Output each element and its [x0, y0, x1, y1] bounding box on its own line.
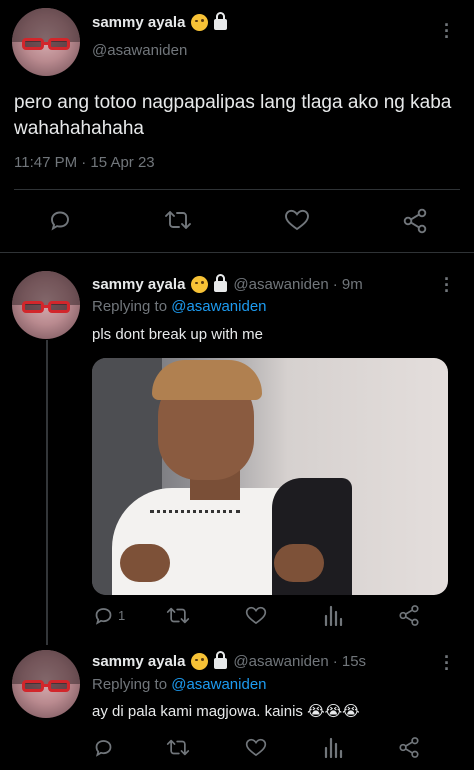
like-button[interactable] [245, 605, 267, 626]
analytics-icon [324, 605, 343, 626]
reply-text: ay di pala kami magjowa. kainis 😭😭😭 [92, 703, 360, 720]
replying-prefix: Replying to [92, 676, 168, 693]
main-tweet-author[interactable]: sammy ayala [92, 12, 228, 31]
share-button[interactable] [398, 736, 420, 759]
retweet-button[interactable] [166, 737, 190, 758]
reply-count: 1 [118, 608, 126, 623]
mention-link[interactable]: @asawaniden [171, 298, 266, 315]
reply-text: pls dont break up with me [92, 326, 263, 343]
retweet-icon [165, 211, 191, 229]
more-icon[interactable]: · · · [444, 648, 450, 678]
more-icon[interactable]: · · · [444, 270, 450, 300]
reply-author-row[interactable]: sammy ayala @asawaniden · 9m [92, 274, 363, 293]
tweet-timestamp[interactable]: 11:47 PM · 15 Apr 23 [14, 154, 155, 171]
avatar[interactable] [12, 271, 80, 339]
analytics-icon [324, 737, 343, 758]
smiling-emoji-icon [191, 276, 209, 293]
share-button[interactable] [398, 604, 420, 627]
reply-button[interactable] [93, 737, 118, 758]
smiling-emoji-icon [191, 653, 209, 670]
like-button[interactable] [245, 737, 267, 758]
like-button[interactable] [284, 208, 310, 232]
reply-button[interactable] [48, 208, 72, 232]
reply-time[interactable]: · 15s [333, 653, 366, 670]
reply-time[interactable]: · 9m [333, 276, 363, 293]
share-button[interactable] [402, 208, 428, 234]
like-icon [285, 209, 309, 231]
retweet-icon [166, 739, 190, 756]
retweet-icon [166, 607, 190, 624]
share-icon [403, 208, 427, 234]
like-icon [245, 738, 267, 757]
avatar[interactable] [12, 650, 80, 718]
replying-prefix: Replying to [92, 298, 168, 315]
display-name[interactable]: sammy ayala [92, 276, 185, 293]
mention-link[interactable]: @asawaniden [171, 676, 266, 693]
share-icon [399, 605, 419, 626]
handle[interactable]: @asawaniden [233, 276, 328, 293]
reply-button[interactable]: 1 [93, 605, 125, 626]
like-icon [245, 606, 267, 625]
avatar[interactable] [12, 8, 80, 76]
lock-icon [214, 274, 228, 292]
replying-to: Replying to @asawaniden [92, 676, 267, 693]
retweet-button[interactable] [166, 605, 190, 626]
handle[interactable]: @asawaniden [92, 42, 187, 59]
display-name[interactable]: sammy ayala [92, 653, 185, 670]
reply-icon [51, 211, 69, 231]
lock-icon [214, 12, 228, 30]
main-tweet-handle-row: @asawaniden [92, 42, 187, 59]
reply-author-row[interactable]: sammy ayala @asawaniden · 15s [92, 651, 366, 670]
tweet-text: pero ang totoo nagpapalipas lang tlaga a… [14, 92, 452, 139]
smiling-emoji-icon [191, 14, 209, 31]
more-icon[interactable]: · · · [444, 16, 450, 46]
reply-icon [95, 740, 112, 757]
lock-icon [214, 651, 228, 669]
reply-icon [95, 608, 112, 625]
retweet-button[interactable] [164, 208, 192, 232]
divider [14, 189, 460, 190]
handle[interactable]: @asawaniden [233, 653, 328, 670]
divider [0, 252, 474, 253]
attached-photo[interactable] [92, 358, 448, 595]
analytics-button[interactable] [323, 605, 343, 626]
replying-to: Replying to @asawaniden [92, 298, 267, 315]
share-icon [399, 737, 419, 758]
display-name[interactable]: sammy ayala [92, 14, 185, 31]
analytics-button[interactable] [323, 737, 343, 758]
thread-line [46, 340, 48, 645]
